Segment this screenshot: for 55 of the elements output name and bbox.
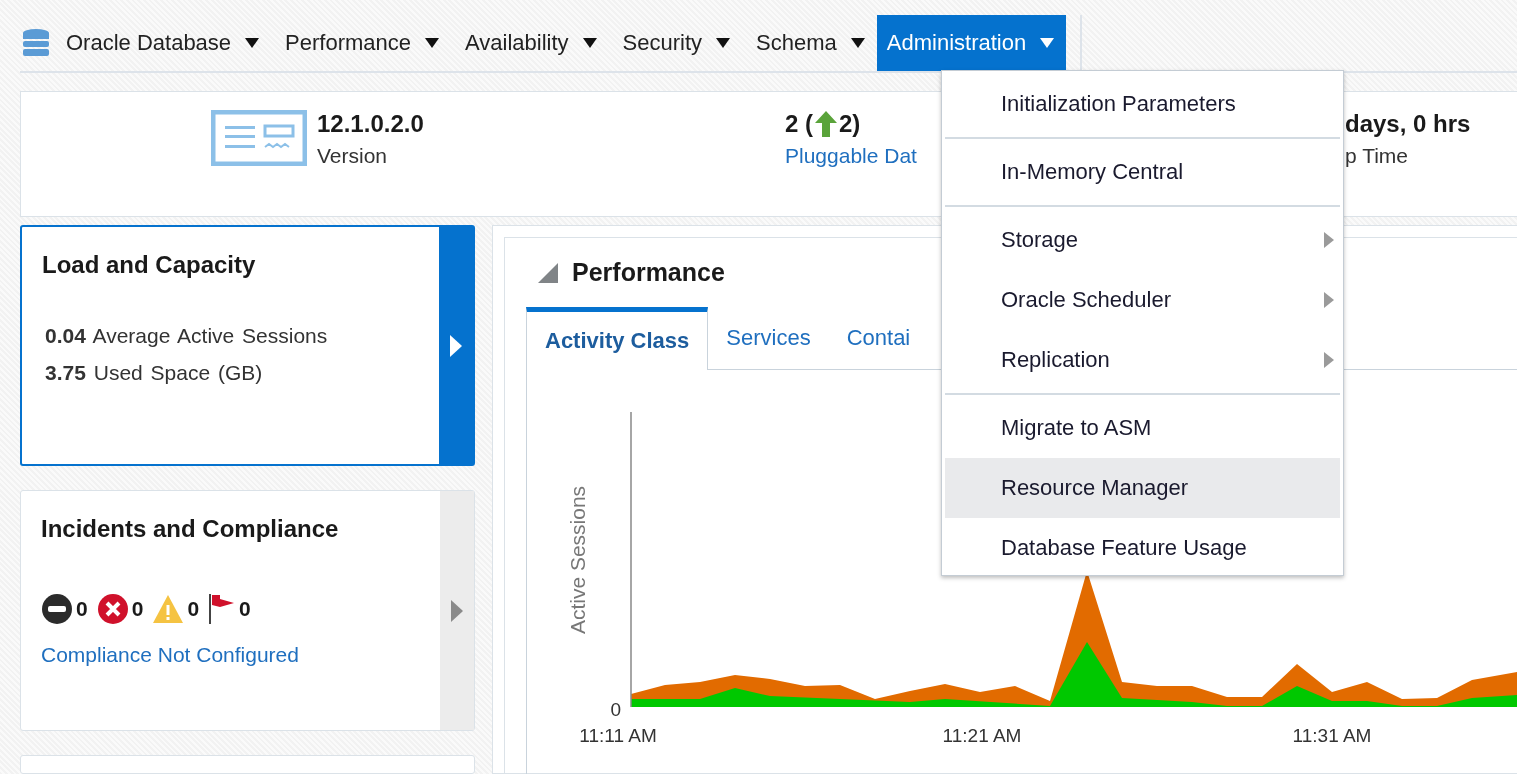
axis-tick-label: 0: [610, 699, 621, 720]
summary-card[interactable]: Load and Capacity 0.04 Average Active Sessions 3.75 Used Space (GB): [20, 225, 475, 466]
summary-card[interactable]: Incidents and Compliance 0 0 0 0 Compliance Not Configured: [20, 490, 475, 731]
nav-menu[interactable]: Administration: [876, 15, 1067, 71]
expand-arrow-icon: [450, 334, 462, 357]
menu-item[interactable]: Resource Manager: [945, 458, 1340, 518]
metric-text: 3.75 Used Space (GB): [44, 362, 263, 383]
axis-tick-label: 11:31 AM: [1292, 725, 1372, 746]
axis-tick-label: 11:11 AM: [579, 725, 657, 746]
expand-arrow-icon: [451, 599, 463, 622]
error-icon: [96, 593, 129, 625]
caret-icon: [716, 38, 731, 48]
uptime-label: p Time: [1345, 144, 1410, 168]
caret-icon: [582, 38, 597, 48]
version-value: 12.1.0.2.0: [317, 110, 424, 138]
tab[interactable]: Services: [708, 307, 829, 370]
pluggable-databases-link[interactable]: Pluggable Dat: [785, 144, 917, 168]
incident-count: 0: [131, 597, 144, 621]
tab[interactable]: Activity Class: [526, 307, 709, 370]
card-title: Load and Capacity: [42, 251, 257, 279]
panel-title: Performance: [572, 258, 725, 287]
menu-item[interactable]: Initialization Parameters: [945, 74, 1340, 134]
incident-count: 0: [239, 597, 251, 621]
disclosure-triangle-icon[interactable]: [538, 262, 558, 283]
caret-icon: [1040, 38, 1055, 48]
menu-item[interactable]: In-Memory Central: [945, 142, 1340, 202]
nav-menu[interactable]: Availability: [463, 15, 621, 71]
caret-icon: [425, 38, 440, 48]
pdb-change: 2): [839, 110, 861, 138]
menu-item[interactable]: Oracle Scheduler: [945, 270, 1340, 330]
uptime-value: days, 0 hrs: [1345, 110, 1471, 138]
menu-item[interactable]: Migrate to ASM: [945, 398, 1340, 458]
card-title: Incidents and Compliance: [41, 515, 340, 543]
incident-count: 0: [187, 597, 200, 621]
menu-item[interactable]: Replication: [945, 330, 1340, 390]
metric-text: 0.04 Average Active Sessions: [44, 325, 328, 346]
database-icon: [22, 28, 50, 58]
menu-item[interactable]: Storage: [945, 210, 1340, 270]
pdb-count: 2 (: [785, 110, 813, 138]
version-label: Version: [317, 144, 389, 168]
axis-title: Active Sessions: [566, 485, 589, 635]
tab[interactable]: Contai: [828, 307, 929, 370]
nav-menu[interactable]: Security: [620, 15, 755, 71]
incident-count: 0: [76, 597, 88, 621]
caret-icon: [850, 38, 865, 48]
blocked-icon: [41, 593, 73, 625]
up-arrow-icon: [815, 111, 837, 137]
warning-icon: [152, 593, 185, 625]
axis-tick-label: 11:21 AM: [942, 725, 1022, 746]
compliance-link[interactable]: Compliance Not Configured: [41, 643, 420, 667]
certificate-icon: [211, 110, 307, 166]
nav-menu[interactable]: Performance: [283, 15, 464, 71]
menu-item[interactable]: Database Feature Usage: [945, 518, 1340, 578]
nav-menu[interactable]: Oracle Database: [20, 15, 284, 71]
caret-icon: [245, 38, 260, 48]
